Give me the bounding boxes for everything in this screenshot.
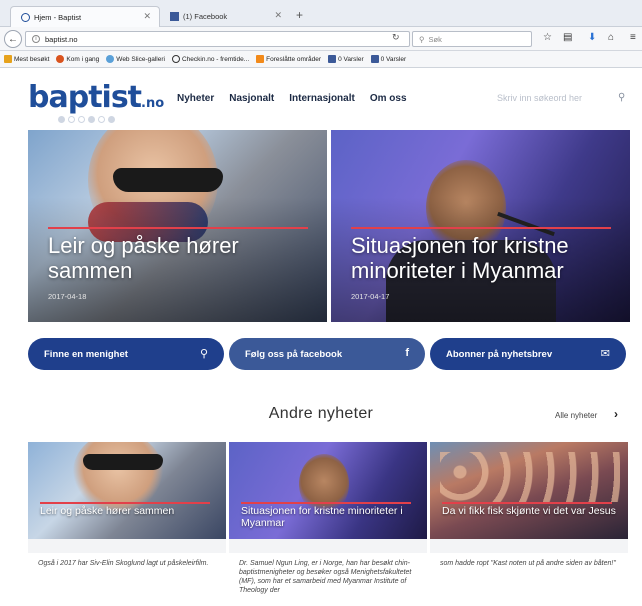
card-excerpt: som hadde ropt "Kast noten ut på andre s… [440, 560, 616, 567]
site-header: baptist.no Nyheter Nasjonalt Internasjon… [0, 68, 642, 130]
hero-title[interactable]: Leir og påske hører sammen [48, 233, 318, 283]
accent-line [241, 502, 411, 504]
bookmark-item[interactable]: Mest besøkt [4, 55, 49, 63]
info-icon[interactable]: i [32, 35, 40, 43]
hero-article-leir[interactable]: Leir og påske hører sammen 2017-04-18 [28, 130, 327, 322]
news-card[interactable]: Leir og påske hører sammen Også i 2017 h… [28, 442, 226, 606]
baptist-favicon-icon [21, 12, 30, 22]
logo-text: baptist [28, 80, 142, 115]
browser-navbar: ← i baptist.no ↻ ⚲ Søk ☆ ▤ ⬇ ⌂ ≡ [0, 27, 642, 51]
tab-baptist[interactable]: Hjem - Baptist ✕ [10, 6, 160, 27]
section-title: Andre nyheter [268, 405, 374, 422]
button-label: Abonner på nyhetsbrev [446, 348, 553, 360]
checkin-icon [171, 55, 180, 63]
card-title[interactable]: Leir og påske hører sammen [40, 505, 220, 517]
home-icon[interactable]: ⌂ [608, 32, 614, 43]
nav-item-om-oss[interactable]: Om oss [370, 93, 407, 104]
nav-item-nyheter[interactable]: Nyheter [177, 93, 214, 104]
search-icon: ⚲ [199, 348, 208, 360]
card-image: Situasjonen for kristne minoriteter i My… [229, 442, 427, 539]
button-label: Finne en menighet [44, 348, 128, 360]
back-button[interactable]: ← [4, 30, 22, 48]
tab-facebook[interactable]: (1) Facebook ✕ [160, 6, 290, 27]
bookmark-star-icon[interactable]: ☆ [543, 32, 552, 43]
address-bar[interactable]: i baptist.no [25, 31, 410, 47]
card-image: Leir og påske hører sammen [28, 442, 226, 539]
main-nav: Nyheter Nasjonalt Internasjonalt Om oss [177, 93, 407, 104]
browser-search-input[interactable]: ⚲ Søk [412, 31, 532, 47]
site-search-input[interactable]: Skriv inn søkeord her [497, 93, 582, 103]
tab-label: Hjem - Baptist [34, 12, 82, 22]
browser-tabstrip: Hjem - Baptist ✕ (1) Facebook ✕ + [0, 0, 642, 27]
card-photo-crowd [440, 452, 620, 502]
facebook-icon [328, 55, 337, 63]
site-logo[interactable]: baptist.no [28, 78, 164, 126]
close-tab-icon[interactable]: ✕ [143, 11, 151, 22]
nav-item-nasjonalt[interactable]: Nasjonalt [229, 93, 274, 104]
bookmark-icon [4, 55, 12, 63]
suggested-sites-icon [256, 55, 265, 63]
accent-line [351, 227, 611, 229]
hero-article-myanmar[interactable]: Situasjonen for kristne minoriteter i My… [331, 130, 630, 322]
news-card[interactable]: Da vi fikk fisk skjønte vi det var Jesus… [430, 442, 628, 606]
newsletter-subscribe-button[interactable]: Abonner på nyhetsbrev ✉ [430, 338, 626, 370]
tab-label: (1) Facebook [183, 12, 228, 21]
bookmark-item[interactable]: Foreslåtte områder [256, 55, 321, 63]
download-icon[interactable]: ⬇ [588, 32, 596, 43]
bookmark-item[interactable]: Web Slice-galleri [106, 55, 165, 63]
web-slice-icon [106, 55, 115, 63]
accent-line [442, 502, 612, 504]
hero-date: 2017-04-18 [48, 292, 87, 301]
reload-icon[interactable]: ↻ [392, 32, 400, 43]
menu-icon[interactable]: ≡ [630, 32, 636, 43]
bookmarks-toolbar: Mest besøkt Kom i gang Web Slice-galleri… [0, 51, 642, 68]
library-icon[interactable]: ▤ [563, 32, 572, 43]
new-tab-button[interactable]: + [296, 8, 303, 22]
bookmark-item[interactable]: Kom i gang [56, 55, 99, 63]
bookmark-item[interactable]: Checkin.no - fremtide... [171, 55, 249, 63]
card-title[interactable]: Da vi fikk fisk skjønte vi det var Jesus [442, 505, 622, 517]
firefox-icon [56, 55, 65, 63]
card-excerpt: Også i 2017 har Siv-Elin Skoglund lagt u… [38, 560, 209, 567]
url-text: baptist.no [45, 34, 78, 44]
accent-line [48, 227, 308, 229]
close-tab-icon[interactable]: ✕ [274, 10, 282, 21]
browser-search-placeholder: Søk [428, 34, 442, 44]
card-excerpt: Dr. Samuel Ngun Ling, er i Norge, han ha… [239, 560, 412, 594]
search-icon[interactable]: ⚲ [618, 92, 625, 103]
button-label: Følg oss på facebook [245, 348, 343, 360]
facebook-icon [370, 55, 379, 63]
facebook-favicon-icon [170, 12, 179, 21]
all-news-link[interactable]: Alle nyheter [555, 411, 597, 420]
logo-dots [58, 116, 115, 123]
sunglasses-shape [83, 454, 163, 470]
hero-title[interactable]: Situasjonen for kristne minoriteter i My… [351, 233, 621, 283]
bookmark-item[interactable]: 0 Varsler [370, 55, 406, 63]
card-image: Da vi fikk fisk skjønte vi det var Jesus [430, 442, 628, 539]
hero-date: 2017-04-17 [351, 292, 390, 301]
news-card[interactable]: Situasjonen for kristne minoriteter i My… [229, 442, 427, 606]
bookmark-item[interactable]: 0 Varsler [328, 55, 364, 63]
mail-icon: ✉ [600, 348, 610, 360]
search-icon: ⚲ [419, 34, 425, 44]
accent-line [40, 502, 210, 504]
find-congregation-button[interactable]: Finne en menighet ⚲ [28, 338, 224, 370]
card-title[interactable]: Situasjonen for kristne minoriteter i My… [241, 505, 421, 529]
logo-suffix: .no [141, 96, 165, 111]
chevron-right-icon[interactable]: › [614, 407, 618, 421]
facebook-icon: f [405, 347, 409, 359]
facebook-follow-button[interactable]: Følg oss på facebook f [229, 338, 425, 370]
nav-item-internasjonalt[interactable]: Internasjonalt [289, 93, 355, 104]
